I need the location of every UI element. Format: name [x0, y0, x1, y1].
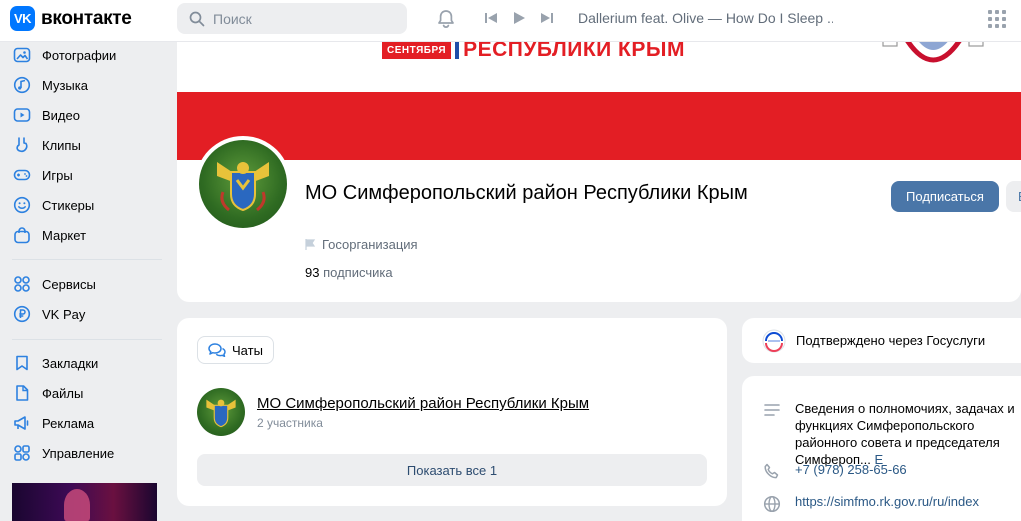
photo-icon [12, 45, 32, 65]
sidebar-item-label: Фотографии [42, 47, 117, 63]
notifications-bell-icon[interactable] [435, 8, 457, 35]
cover-red-band [177, 92, 1021, 160]
sidebar-divider [12, 259, 162, 260]
play-icon[interactable] [512, 11, 526, 25]
sidebar-item-bookmarks[interactable]: Закладки [12, 350, 162, 376]
more-actions-button[interactable]: Е [1006, 181, 1021, 212]
vk-logo[interactable]: VK вконтакте [10, 6, 132, 31]
page-title: МО Симферопольский район Республики Крым [305, 182, 748, 204]
sidebar-item-manage[interactable]: Управление [12, 440, 162, 466]
gosuslugi-verified-card[interactable]: Подтверждено через Госуслуги [742, 318, 1021, 363]
search-box[interactable] [177, 3, 407, 34]
search-input[interactable] [213, 10, 393, 27]
group-type: Госорганизация [305, 237, 418, 252]
promo-dancer-figure [64, 489, 90, 521]
vk-logo-text: вконтакте [41, 7, 132, 29]
cover-banner-small: СЕНТЯБРЯ [382, 42, 452, 59]
cover-banner-title: РЕСПУБЛИКИ КРЫМ [463, 42, 685, 61]
gosuslugi-icon [762, 329, 786, 352]
tab-chats[interactable]: Чаты [197, 336, 274, 364]
info-phone-row: +7 (978) 258-65-66 [762, 462, 907, 482]
bookmark-icon [12, 353, 32, 373]
chat-title-link[interactable]: МО Симферопольский район Республики Крым [257, 395, 589, 412]
group-header-card: СЕНТЯБРЯ РЕСПУБЛИКИ КРЫМ МО Симферопольск… [177, 42, 1021, 302]
group-info-card: Сведения о полномочиях, задачах и функци… [742, 376, 1021, 521]
cover-banner-text: СЕНТЯБРЯ РЕСПУБЛИКИ КРЫМ [382, 42, 685, 62]
sidebar-item-photos[interactable]: Фотографии [12, 42, 162, 68]
sidebar-item-label: Файлы [42, 385, 84, 401]
sidebar-item-label: Игры [42, 167, 73, 183]
sidebar-item-vkpay[interactable]: VK Pay [12, 301, 162, 327]
promo-banner-image[interactable] [12, 483, 157, 521]
sidebar-item-label: Реклама [42, 415, 95, 431]
cover-image: СЕНТЯБРЯ РЕСПУБЛИКИ КРЫМ [177, 42, 1021, 92]
rouble-icon [12, 304, 32, 324]
sidebar-item-games[interactable]: Игры [12, 162, 162, 188]
audio-player-controls [484, 11, 554, 25]
subscribe-button[interactable]: Подписаться [891, 181, 999, 212]
coat-of-arms-icon [206, 399, 236, 428]
vk-logo-icon: VK [10, 6, 35, 31]
sidebar-item-label: Видео [42, 107, 80, 123]
file-icon [12, 383, 32, 403]
phone-icon [762, 462, 782, 482]
sidebar-item-label: Маркет [42, 227, 87, 243]
next-track-icon[interactable] [540, 11, 554, 25]
flag-icon [305, 239, 316, 250]
group-type-label: Госорганизация [322, 237, 418, 252]
apps-grid-icon[interactable] [987, 9, 1007, 34]
sidebar-item-music[interactable]: Музыка [12, 72, 162, 98]
now-playing-track[interactable]: Dallerium feat. Olive — How Do I Sleep .… [578, 10, 833, 26]
chats-card: Чаты МО Симферопольский район Республики… [177, 318, 727, 506]
chat-avatar[interactable] [197, 388, 245, 436]
subscribers-number: 93 [305, 265, 320, 280]
gamepad-icon [12, 165, 32, 185]
manage-icon [12, 443, 32, 463]
group-description: Сведения о полномочиях, задачах и функци… [795, 400, 1020, 468]
sidebar-item-clips[interactable]: Клипы [12, 132, 162, 158]
sidebar-item-ads[interactable]: Реклама [12, 410, 162, 436]
subscribers-count[interactable]: 93 подписчика [305, 265, 393, 280]
top-header: VK вконтакте Dallerium feat. Olive — How… [0, 0, 1021, 42]
megaphone-icon [12, 413, 32, 433]
services-icon [12, 274, 32, 294]
sidebar-item-market[interactable]: Маркет [12, 222, 162, 248]
text-lines-icon [762, 400, 782, 420]
sidebar-item-services[interactable]: Сервисы [12, 271, 162, 297]
cover-banner-stripe [455, 42, 460, 60]
info-description-row: Сведения о полномочиях, задачах и функци… [762, 400, 1020, 468]
video-icon [12, 105, 32, 125]
sidebar-item-label: Стикеры [42, 197, 95, 213]
sidebar-item-label: Сервисы [42, 276, 96, 292]
coat-of-arms-icon [199, 140, 287, 228]
search-icon [189, 11, 205, 26]
sidebar-item-label: Клипы [42, 137, 81, 153]
group-avatar[interactable] [195, 136, 291, 232]
sidebar-item-label: Музыка [42, 77, 88, 93]
sidebar-divider [12, 339, 162, 340]
clips-icon [12, 135, 32, 155]
bag-icon [12, 225, 32, 245]
sidebar-item-stickers[interactable]: Стикеры [12, 192, 162, 218]
previous-track-icon[interactable] [484, 11, 498, 25]
info-website-row: https://simfmo.rk.gov.ru/ru/index [762, 494, 979, 514]
tab-chats-label: Чаты [232, 342, 263, 358]
phone-link[interactable]: +7 (978) 258-65-66 [795, 462, 907, 482]
show-all-chats-button[interactable]: Показать все 1 [197, 454, 707, 486]
sidebar-item-label: Закладки [42, 355, 99, 371]
group-description-text: Сведения о полномочиях, задачах и функци… [795, 401, 1015, 467]
sidebar-item-files[interactable]: Файлы [12, 380, 162, 406]
chat-bubbles-icon [208, 342, 226, 358]
subscribers-label: подписчика [323, 265, 393, 280]
smile-icon [12, 195, 32, 215]
cover-emblem-icon [882, 42, 984, 63]
verified-label: Подтверждено через Госуслуги [796, 333, 986, 348]
chat-members-count: 2 участника [257, 416, 323, 430]
music-icon [12, 75, 32, 95]
sidebar-item-label: VK Pay [42, 306, 86, 322]
website-link[interactable]: https://simfmo.rk.gov.ru/ru/index [795, 494, 979, 514]
sidebar-item-video[interactable]: Видео [12, 102, 162, 128]
sidebar-item-label: Управление [42, 445, 115, 461]
globe-icon [762, 494, 782, 514]
